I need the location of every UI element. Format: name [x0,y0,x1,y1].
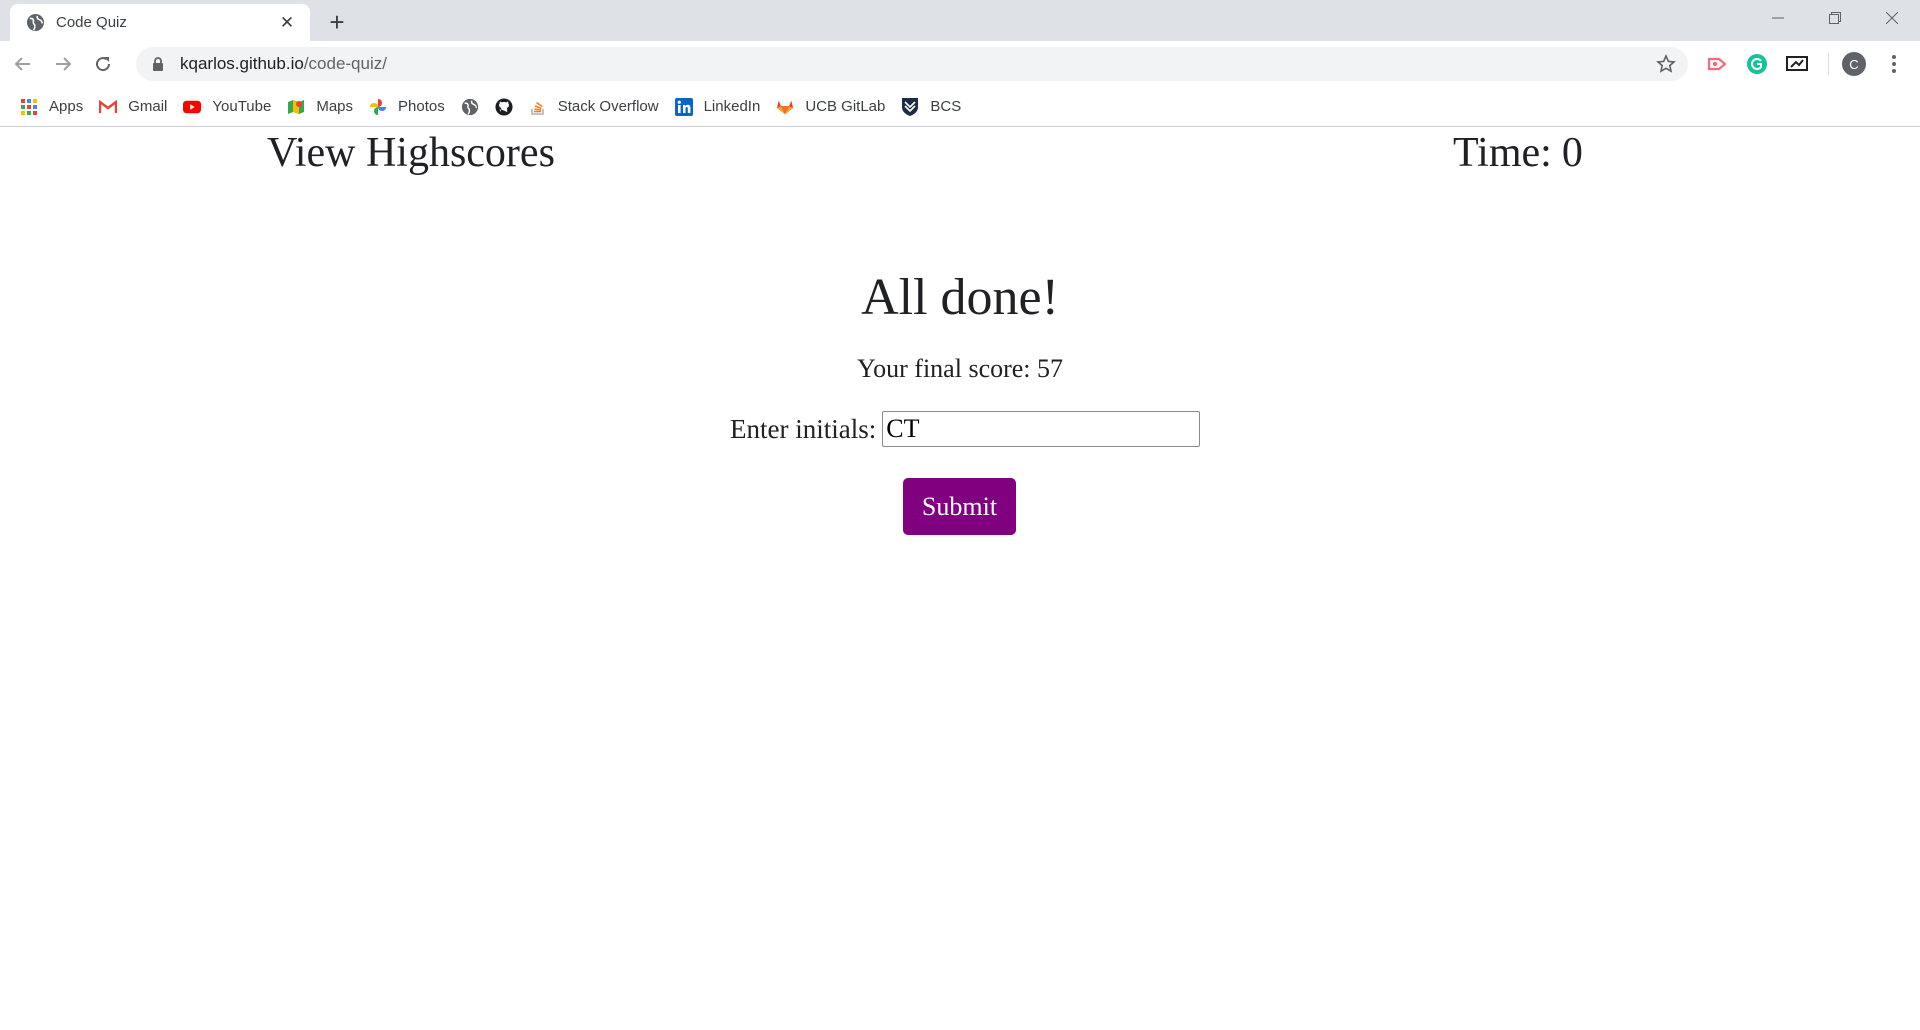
timer: Time: 0 [1453,129,1583,177]
bookmark-bcs[interactable]: BCS [893,92,969,122]
arrow-left-icon [14,57,30,71]
submit-button[interactable]: Submit [903,478,1016,535]
final-score-value: 57 [1037,354,1064,383]
profile-button[interactable]: C [1837,47,1871,81]
timer-value: 0 [1561,130,1583,176]
bookmark-linkedin[interactable]: LinkedIn [667,92,769,122]
bookmark-label: Stack Overflow [557,98,659,115]
avatar: C [1842,52,1866,76]
bookmark-star-icon[interactable] [1656,54,1676,74]
restore-button[interactable] [1806,0,1863,36]
minimize-button[interactable] [1749,0,1806,36]
close-icon [1885,12,1898,24]
bookmark-photos[interactable]: Photos [361,92,453,122]
grammarly-button[interactable] [1740,47,1774,81]
minimize-icon [1771,17,1784,19]
initials-input[interactable] [882,411,1201,447]
bookmark-label: UCB GitLab [805,98,886,115]
restore-icon [1828,12,1841,24]
arrow-right-icon [56,57,72,71]
youtube-icon [183,98,202,116]
photos-icon [369,98,387,116]
bookmark-gmail[interactable]: Gmail [91,92,175,122]
final-score-label: Your final score: [856,354,1031,383]
bookmark-globe[interactable] [453,92,487,122]
new-tab-button[interactable]: + [321,9,353,35]
bookmark-label: Photos [398,98,445,115]
gitlab-icon [776,98,794,116]
url-text: kqarlos.github.io/code-quiz/ [180,54,387,74]
bookmark-label: Maps [316,98,354,115]
kebab-menu-icon [1892,55,1896,73]
tab-code-quiz[interactable]: Code Quiz ✕ [10,4,310,41]
bookmark-youtube[interactable]: YouTube [175,92,279,122]
bookmark-label: BCS [930,98,962,115]
bookmark-github[interactable] [487,92,521,122]
reload-button[interactable] [86,47,120,81]
bookmark-label: Apps [49,98,84,115]
timer-label: Time: [1453,130,1552,176]
linkedin-icon [674,97,693,116]
apps-grid-icon [20,98,38,116]
grammarly-icon [1747,54,1767,74]
stackoverflow-icon [529,98,547,116]
lock-icon [153,57,163,71]
bookmark-ucb-gitlab[interactable]: UCB GitLab [768,92,893,122]
globe-icon [26,13,45,32]
tab-title: Code Quiz [56,14,127,31]
bcs-shield-icon [901,97,919,116]
cast-button[interactable] [1780,47,1814,81]
page-title: All done! [861,269,1059,326]
tab-strip: Code Quiz ✕ + [0,0,1920,41]
initials-form-row: Enter initials: [730,411,1201,447]
bookmark-maps[interactable]: Maps [279,92,361,122]
reload-icon [96,57,111,72]
gmail-icon [99,98,118,116]
initials-label: Enter initials: [730,413,877,444]
close-window-button[interactable] [1863,0,1920,36]
view-highscores-link[interactable]: View Highscores [267,129,555,177]
final-score: Your final score: 57 [0,354,1920,384]
extensions-area: C [1700,47,1917,81]
quiz-page: View Highscores Time: 0 All done! Your fi… [0,128,1920,1030]
extension-button[interactable] [1700,47,1734,81]
tab-close-icon[interactable]: ✕ [276,12,298,34]
url-domain: kqarlos.github.io [180,54,304,73]
globe-icon [461,98,479,116]
address-bar[interactable]: kqarlos.github.io/code-quiz/ [136,47,1688,81]
screencastify-icon [1707,57,1727,71]
bookmark-label: Gmail [128,98,168,115]
back-button[interactable] [6,47,40,81]
bookmark-stack-overflow[interactable]: Stack Overflow [521,92,667,122]
menu-button[interactable] [1877,47,1911,81]
maps-icon [287,98,305,116]
forward-button[interactable] [46,47,80,81]
url-path: /code-quiz/ [303,54,387,73]
bookmark-label: YouTube [212,98,272,115]
screen-icon [1786,56,1808,71]
github-icon [495,97,513,116]
browser-toolbar: kqarlos.github.io/code-quiz/ C [0,41,1920,87]
bookmark-apps[interactable]: Apps [12,92,91,122]
bookmark-label: LinkedIn [703,98,761,115]
bookmarks-bar: Apps Gmail YouTube Maps Photos Stack Ove… [0,87,1920,127]
window-controls [1749,0,1920,36]
toolbar-separator [1828,53,1829,75]
